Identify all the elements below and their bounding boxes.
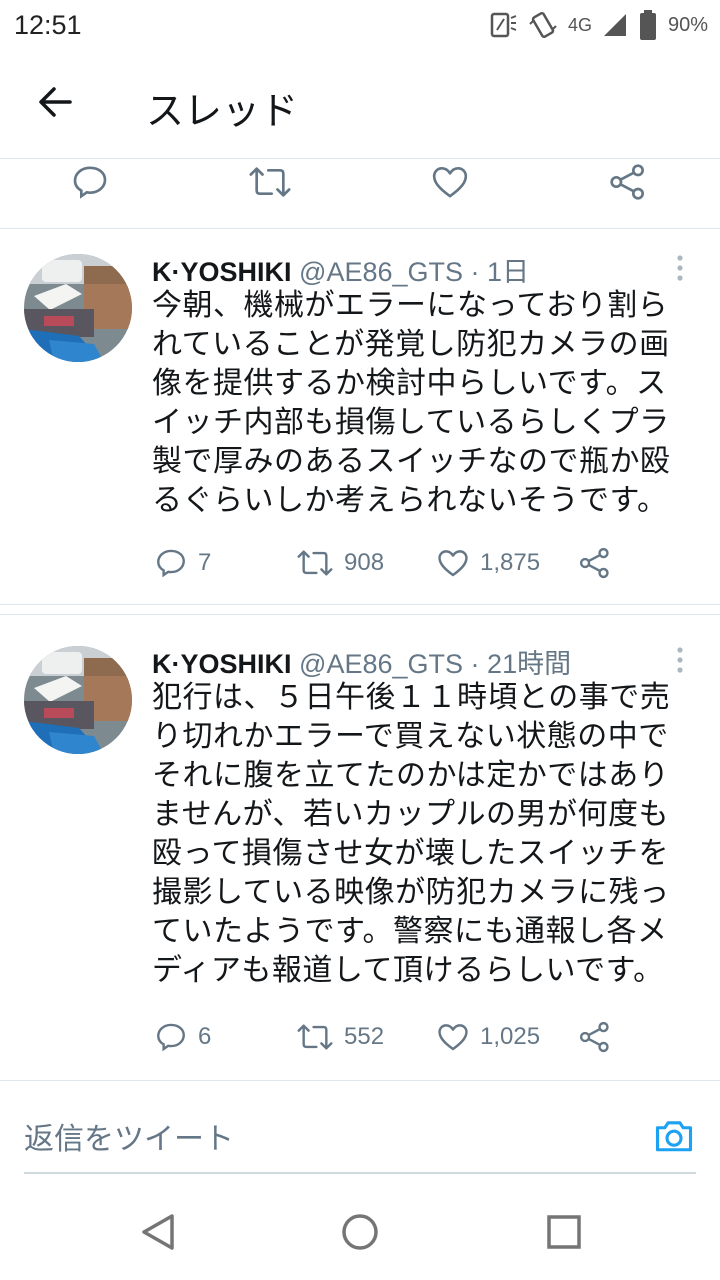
divider: [0, 1080, 720, 1081]
reply-input-underline: [24, 1172, 696, 1174]
share-button[interactable]: [608, 162, 648, 202]
separator: ·: [470, 649, 480, 679]
user-handle[interactable]: @AE86_GTS: [299, 649, 463, 679]
avatar-photo: [24, 646, 132, 754]
heart-icon: [432, 167, 468, 198]
divider: [0, 604, 720, 605]
square-recents-icon: [547, 1215, 581, 1249]
status-icons: 4G 90%: [488, 8, 708, 42]
tweet[interactable]: K·YOSHIKI @AE86_GTS · 21時間 犯行は、５日午後１１時頃と…: [0, 616, 720, 1082]
more-options-button[interactable]: [668, 642, 692, 682]
user-name[interactable]: K·YOSHIKI: [152, 257, 292, 287]
heart-icon: [438, 1024, 468, 1051]
share-button[interactable]: [578, 546, 612, 580]
reply-count: 7: [198, 549, 212, 576]
avatar[interactable]: [24, 254, 132, 362]
signal-icon: [603, 14, 626, 36]
heart-icon: [438, 550, 468, 577]
retweet-icon: [297, 550, 333, 576]
avatar-photo: [24, 254, 132, 362]
tweet-text: 今朝、機械がエラーになっており割られていることが発覚し防犯カメラの画像を提供する…: [152, 288, 671, 518]
circle-home-icon: [342, 1214, 378, 1250]
share-icon: [579, 1021, 609, 1053]
tweet-header: K·YOSHIKI @AE86_GTS · 1日: [152, 250, 529, 289]
nav-home-button[interactable]: [338, 1210, 382, 1254]
retweet-icon: [249, 167, 291, 197]
avatar[interactable]: [24, 646, 132, 754]
reply-button[interactable]: 7: [154, 546, 211, 580]
reply-count: 6: [198, 1023, 212, 1050]
vibrate-icon: [529, 11, 557, 39]
separator: ·: [470, 257, 480, 287]
tweet-actions: 7 908 1,875: [0, 534, 720, 594]
like-count: 1,875: [480, 549, 541, 576]
divider: [0, 614, 720, 615]
divider: [0, 228, 720, 229]
reply-icon: [157, 1023, 185, 1052]
tweet-time[interactable]: 1日: [487, 257, 529, 287]
header: スレッド: [0, 50, 720, 158]
share-icon: [579, 547, 609, 579]
user-handle[interactable]: @AE86_GTS: [299, 257, 463, 287]
back-arrow-icon: [39, 87, 72, 117]
reply-button[interactable]: 6: [154, 1020, 211, 1054]
status-time: 12:51: [14, 10, 82, 40]
retweet-icon: [297, 1024, 333, 1050]
system-nav-bar: [0, 1180, 720, 1280]
triangle-back-icon: [142, 1214, 174, 1250]
retweet-button[interactable]: 552: [296, 1020, 384, 1054]
camera-icon: [655, 1121, 693, 1152]
retweet-button[interactable]: [248, 162, 292, 202]
retweet-count: 908: [344, 549, 385, 576]
like-button[interactable]: 1,025: [436, 1020, 540, 1054]
tweet-actions: 6 552 1,025: [0, 1008, 720, 1068]
retweet-count: 552: [344, 1023, 385, 1050]
network-type: 4G: [567, 14, 592, 35]
nav-recents-button[interactable]: [542, 1210, 586, 1254]
reply-button[interactable]: [70, 162, 110, 202]
previous-tweet-actions: [0, 154, 720, 214]
share-icon: [610, 164, 644, 200]
tweet-header: K·YOSHIKI @AE86_GTS · 21時間: [152, 642, 571, 681]
status-bar: 12:51 4G 90%: [0, 0, 720, 50]
like-count: 1,025: [480, 1023, 541, 1050]
reply-icon: [157, 549, 185, 578]
retweet-button[interactable]: 908: [296, 546, 384, 580]
nav-back-button[interactable]: [136, 1210, 180, 1254]
more-options-button[interactable]: [668, 250, 692, 290]
battery-percent: 90%: [667, 13, 708, 36]
page-title: スレッド: [146, 89, 299, 133]
screen-rotate-icon: [490, 12, 517, 38]
more-vertical-icon: [677, 255, 683, 281]
more-vertical-icon: [677, 647, 683, 673]
tweet[interactable]: K·YOSHIKI @AE86_GTS · 1日 今朝、機械がエラーになっており…: [0, 230, 720, 606]
reply-compose-bar: 返信をツイート: [0, 1086, 720, 1176]
tweet-text: 犯行は、５日午後１１時頃との事で売り切れかエラーで買えない状態の中でそれに腹を立…: [152, 680, 671, 988]
like-button[interactable]: [430, 162, 470, 202]
reply-input[interactable]: 返信をツイート: [24, 1114, 234, 1158]
back-button[interactable]: [34, 80, 78, 124]
battery-icon: [639, 10, 656, 40]
share-button[interactable]: [578, 1020, 612, 1054]
reply-icon: [73, 166, 107, 199]
user-name[interactable]: K·YOSHIKI: [152, 649, 292, 679]
camera-button[interactable]: [652, 1114, 696, 1158]
tweet-time[interactable]: 21時間: [487, 649, 571, 679]
like-button[interactable]: 1,875: [436, 546, 540, 580]
